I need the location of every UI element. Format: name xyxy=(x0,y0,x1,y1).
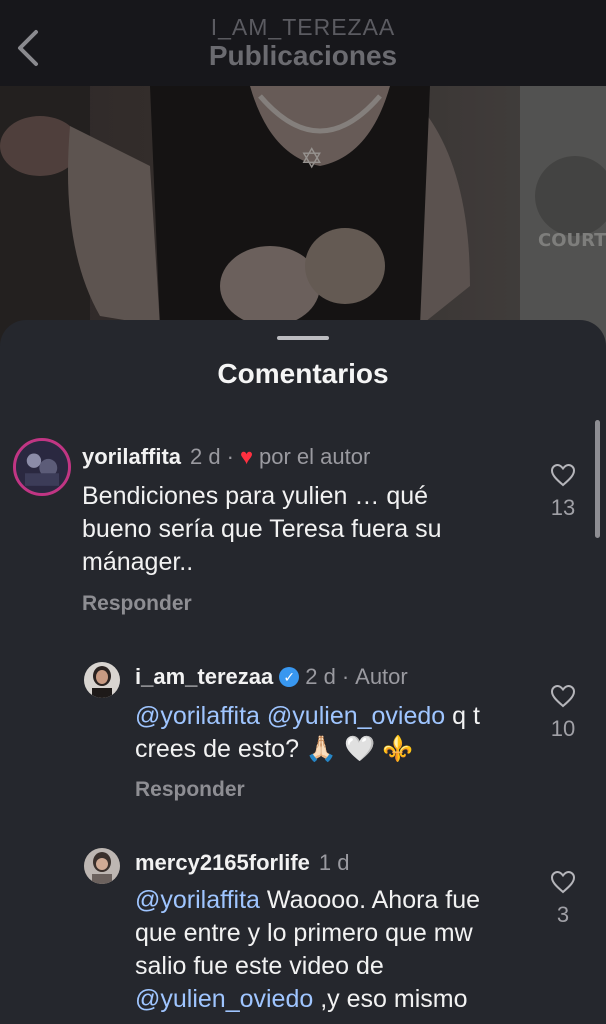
reply-button[interactable]: Responder xyxy=(135,778,245,802)
mention-link[interactable]: @yorilaffita xyxy=(135,886,260,914)
liked-by-author-label: por el autor xyxy=(259,444,371,469)
comments-sheet: Comentarios yorilaffita 2 d · ♥ por el a… xyxy=(0,320,606,1024)
comment-username[interactable]: mercy2165forlife xyxy=(135,850,310,876)
meta-separator: · xyxy=(226,444,234,469)
meta-separator: · xyxy=(341,664,350,689)
mention-link[interactable]: @yorilaffita xyxy=(135,702,260,730)
comment-text: @yorilaffita Waoooo. Ahora fue que entre… xyxy=(135,884,525,1016)
top-header: I_AM_TEREZAA Publicaciones xyxy=(0,0,606,86)
reply-button[interactable]: Responder xyxy=(82,592,192,616)
like-button[interactable]: 3 xyxy=(538,870,588,928)
heart-outline-icon xyxy=(550,463,576,487)
page-title: Publicaciones xyxy=(208,40,398,71)
avatar-image xyxy=(84,662,120,698)
comment-time: 2 d xyxy=(190,444,221,469)
comment-item: yorilaffita 2 d · ♥ por el autor Bendici… xyxy=(0,320,606,620)
comment-meta: i_am_terezaa ✓ 2 d · Autor xyxy=(135,664,408,690)
author-liked-heart-icon: ♥ xyxy=(239,444,254,469)
avatar[interactable] xyxy=(84,848,120,884)
comment-meta: mercy2165forlife 1 d xyxy=(135,850,349,876)
avatar[interactable] xyxy=(84,662,120,698)
comment-username[interactable]: yorilaffita xyxy=(82,444,181,470)
comment-meta: yorilaffita 2 d · ♥ por el autor xyxy=(82,444,370,470)
heart-outline-icon xyxy=(550,684,576,708)
like-button[interactable]: 10 xyxy=(538,684,588,742)
avatar-image xyxy=(84,848,120,884)
heart-outline-icon xyxy=(550,870,576,894)
like-count: 3 xyxy=(556,902,570,927)
comment-username[interactable]: i_am_terezaa xyxy=(135,664,273,690)
mention-link[interactable]: @yulien_oviedo xyxy=(135,985,313,1013)
avatar-image xyxy=(16,441,68,493)
like-count: 13 xyxy=(550,495,576,520)
comment-time: 2 d xyxy=(305,664,336,689)
comment-text-body: ,y eso mismo xyxy=(313,985,468,1013)
header-username: I_AM_TEREZAA xyxy=(210,14,396,40)
like-count: 10 xyxy=(550,716,576,741)
avatar[interactable] xyxy=(13,438,71,496)
author-badge: Autor xyxy=(355,664,408,689)
comment-text: Bendiciones para yulien … qué bueno serí… xyxy=(82,482,442,576)
like-button[interactable]: 13 xyxy=(538,463,588,521)
verified-badge-icon: ✓ xyxy=(279,667,300,687)
mention-link[interactable]: @yulien_oviedo xyxy=(267,702,445,730)
comment-time: 1 d xyxy=(318,850,350,875)
comment-text: @yorilaffita @yulien_oviedo q t crees de… xyxy=(135,700,525,766)
